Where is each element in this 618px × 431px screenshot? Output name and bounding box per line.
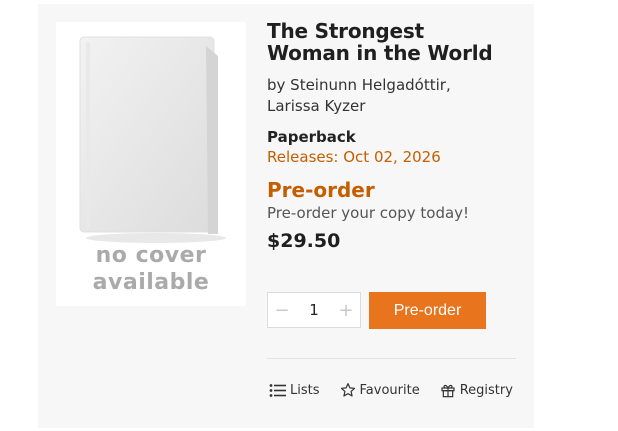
no-cover-label: no cover available bbox=[56, 242, 246, 296]
no-cover-line2: available bbox=[92, 270, 210, 295]
authors-line2: Larissa Kyzer bbox=[267, 97, 366, 115]
favourite-label: Favourite bbox=[359, 382, 420, 398]
registry-label: Registry bbox=[459, 382, 513, 398]
no-cover-line1: no cover bbox=[95, 243, 207, 268]
availability-note: Pre-order your copy today! bbox=[267, 204, 470, 222]
quantity-stepper: − 1 + bbox=[267, 292, 361, 328]
divider bbox=[267, 358, 516, 359]
decrement-button[interactable]: − bbox=[274, 300, 290, 321]
lists-action[interactable]: Lists bbox=[269, 383, 320, 398]
book-info: The Strongest Woman in the World by Stei… bbox=[267, 20, 527, 253]
preorder-button[interactable]: Pre-order bbox=[369, 292, 486, 329]
gift-icon bbox=[441, 384, 455, 398]
book-title[interactable]: The Strongest Woman in the World bbox=[267, 20, 527, 64]
book-cover: no cover available bbox=[56, 22, 246, 306]
book-price: $29.50 bbox=[267, 230, 341, 252]
release-date: Releases: Oct 02, 2026 bbox=[267, 148, 441, 166]
book-authors[interactable]: by Steinunn Helgadóttir, Larissa Kyzer bbox=[267, 75, 527, 117]
lists-label: Lists bbox=[290, 382, 320, 398]
title-line2: Woman in the World bbox=[267, 41, 493, 65]
product-card: no cover available The Strongest Woman i… bbox=[38, 4, 534, 428]
book-format: Paperback bbox=[267, 128, 356, 146]
favourite-action[interactable]: Favourite bbox=[340, 382, 420, 398]
list-icon bbox=[269, 383, 286, 397]
availability-status: Pre-order bbox=[267, 178, 375, 202]
action-bar: Lists Favourite Registry bbox=[269, 382, 533, 398]
authors-line1: by Steinunn Helgadóttir, bbox=[267, 76, 451, 94]
star-icon bbox=[340, 383, 355, 397]
increment-button[interactable]: + bbox=[338, 300, 354, 321]
title-line1: The Strongest bbox=[267, 19, 424, 43]
registry-action[interactable]: Registry bbox=[440, 382, 513, 398]
quantity-value[interactable]: 1 bbox=[309, 301, 319, 319]
